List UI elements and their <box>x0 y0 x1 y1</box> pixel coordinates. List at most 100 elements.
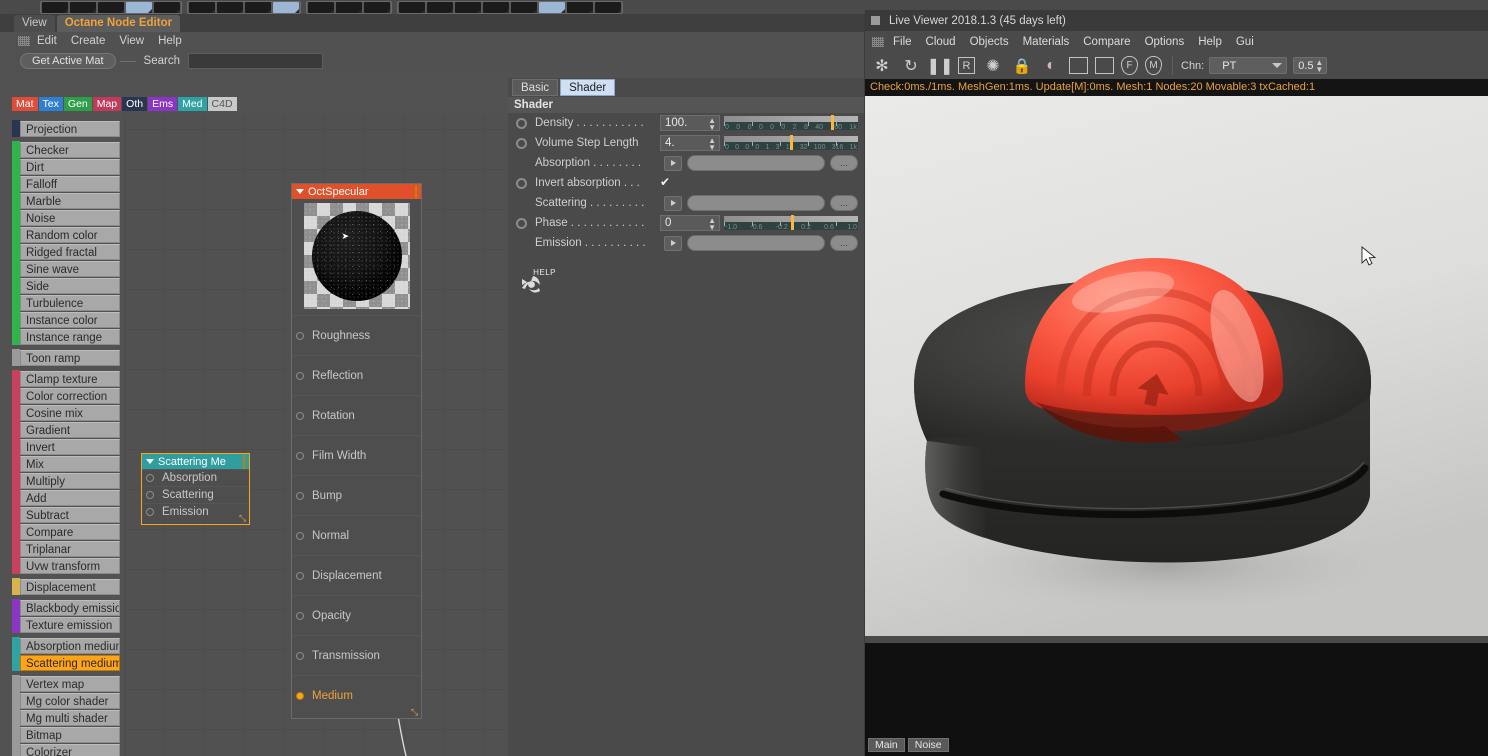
channel-select[interactable]: PT <box>1209 57 1288 74</box>
node-list-item[interactable]: Ridged fractal <box>12 243 120 260</box>
rotate-axis-icon[interactable] <box>364 1 390 13</box>
menubar-grip-icon[interactable] <box>872 36 884 47</box>
node-port-emission[interactable]: Emission <box>142 503 249 520</box>
node-list-item[interactable]: Turbulence <box>12 294 120 311</box>
mograph-icon[interactable] <box>427 1 453 13</box>
node-output-port[interactable] <box>243 454 245 469</box>
collapse-triangle-icon[interactable] <box>296 189 304 194</box>
lv-menu-item-options[interactable]: Options <box>1145 36 1185 48</box>
node-list-item[interactable]: Vertex map <box>12 675 120 692</box>
node-octspecular[interactable]: OctSpecular ➤ Roughness Reflection Rotatio… <box>291 183 422 719</box>
camera-icon[interactable] <box>595 1 621 13</box>
search-input[interactable] <box>187 53 323 69</box>
node-port-reflection[interactable]: Reflection <box>292 355 421 395</box>
port-connector-dot[interactable] <box>146 474 154 482</box>
node-list-item[interactable]: Instance range <box>12 328 120 345</box>
color-swatch-absorption[interactable] <box>687 155 825 171</box>
node-list-item[interactable]: Instance color <box>12 311 120 328</box>
node-port-transmission[interactable]: Transmission <box>292 635 421 675</box>
attribute-slider-phase[interactable]: -1.0 -0.6 -0.2 0.2 0.6 1.0 <box>724 215 858 231</box>
lock-resolution-icon[interactable]: 🔒 <box>1011 55 1033 77</box>
node-port-rotation[interactable]: Rotation <box>292 395 421 435</box>
node-list-item[interactable]: Random color <box>12 226 120 243</box>
node-list-item[interactable]: Texture emission <box>12 616 120 633</box>
node-list-item[interactable]: Dirt <box>12 158 120 175</box>
expand-arrow-icon-absorption[interactable] <box>664 155 682 171</box>
node-port-opacity[interactable]: Opacity <box>292 595 421 635</box>
node-list-item[interactable]: Blackbody emission <box>12 599 120 616</box>
animate-radio-icon[interactable] <box>516 137 527 149</box>
render-viewport[interactable] <box>865 96 1488 636</box>
lv-menu-item-gui[interactable]: Gui <box>1236 36 1254 48</box>
category-chip-med[interactable]: Med <box>178 97 207 111</box>
category-chip-tex[interactable]: Tex <box>38 97 63 111</box>
node-port-normal[interactable]: Normal <box>292 515 421 555</box>
node-port-displacement[interactable]: Displacement <box>292 555 421 595</box>
collapse-triangle-icon[interactable] <box>146 459 154 464</box>
node-octspecular-header[interactable]: OctSpecular <box>292 184 421 199</box>
node-list-item[interactable]: Noise <box>12 209 120 226</box>
spinner-icon[interactable]: ▲ ▼ <box>708 137 716 152</box>
sculpt-tool-icon[interactable] <box>154 1 180 13</box>
port-connector-dot[interactable] <box>296 571 304 580</box>
category-chip-gen[interactable]: Gen <box>63 97 92 111</box>
attribute-value-density[interactable]: 100. ▲ ▼ <box>660 115 720 132</box>
node-list-item[interactable]: Scattering medium <box>12 654 120 671</box>
octane-render-icon[interactable]: ✻ <box>871 55 893 77</box>
more-options-button-scattering[interactable]: ... <box>830 195 858 211</box>
hand-tool-icon[interactable] <box>98 1 124 13</box>
scale-axis-icon[interactable] <box>336 1 362 13</box>
port-connector-dot[interactable] <box>296 651 304 660</box>
node-list-item[interactable]: Triplanar <box>12 540 120 557</box>
menu-item-create[interactable]: Create <box>71 35 106 47</box>
node-port-film-width[interactable]: Film Width <box>292 435 421 475</box>
attribute-slider-density[interactable]: 0 0 0 0 0 0 2 8 40 200 1k <box>724 115 858 131</box>
node-resize-handle[interactable]: ⤡ <box>411 708 420 717</box>
node-scattering-medium-header[interactable]: Scattering Me <box>142 454 249 469</box>
node-list-item[interactable]: Mix <box>12 455 120 472</box>
restart-render-icon[interactable]: ↻ <box>900 55 922 77</box>
node-list-item[interactable]: Subtract <box>12 506 120 523</box>
octane-help-icon[interactable]: HELP <box>516 268 556 300</box>
node-list-item[interactable]: Gradient <box>12 421 120 438</box>
node-editor-tab-view[interactable]: View <box>14 15 55 32</box>
color-swatch-emission[interactable] <box>687 235 825 251</box>
node-list-item[interactable]: Uvw transform <box>12 557 120 574</box>
material-icon[interactable] <box>539 1 565 13</box>
deformer-icon[interactable] <box>399 1 425 13</box>
category-chip-oth[interactable]: Oth <box>122 97 148 111</box>
node-scattering-medium[interactable]: Scattering Me Absorption Scattering Emissi… <box>141 453 250 525</box>
port-connector-dot[interactable] <box>296 371 304 380</box>
node-list-item[interactable]: Multiply <box>12 472 120 489</box>
checkbox-invert_absorption[interactable]: ✔ <box>660 176 672 189</box>
node-port-bump[interactable]: Bump <box>292 475 421 515</box>
expand-arrow-icon-emission[interactable] <box>664 235 682 251</box>
node-port-medium[interactable]: Medium <box>292 675 421 715</box>
category-chip-map[interactable]: Map <box>92 97 122 111</box>
node-list-item[interactable]: Bitmap <box>12 726 120 743</box>
attribute-tab-shader[interactable]: Shader <box>560 79 616 96</box>
cloth-icon[interactable] <box>483 1 509 13</box>
node-list-item[interactable]: Checker <box>12 141 120 158</box>
menubar-grip-icon[interactable] <box>18 36 30 46</box>
node-list-item[interactable]: Compare <box>12 523 120 540</box>
node-list-item[interactable]: Add <box>12 489 120 506</box>
category-chip-c4d[interactable]: C4D <box>207 97 237 111</box>
lv-menu-item-cloud[interactable]: Cloud <box>926 36 956 48</box>
node-list-item[interactable]: Marble <box>12 192 120 209</box>
floor-icon[interactable] <box>567 1 593 13</box>
spinner-icon[interactable]: ▲ ▼ <box>708 217 716 232</box>
move-axis-icon[interactable] <box>308 1 334 13</box>
node-type-list[interactable]: Projection Checker Dirt Falloff Marble Noise R… <box>12 120 120 756</box>
animate-radio-icon[interactable] <box>516 217 527 229</box>
node-editor-tab-octane-node-editor[interactable]: Octane Node Editor <box>56 15 181 32</box>
animate-radio-icon[interactable] <box>516 177 527 189</box>
slider-knob[interactable] <box>831 115 835 130</box>
knife-tool-icon[interactable] <box>189 1 215 13</box>
spline-tool-icon[interactable] <box>42 1 68 13</box>
paint-tool-icon[interactable] <box>126 1 152 13</box>
lightning-tool-icon[interactable] <box>70 1 96 13</box>
node-list-item[interactable]: Colorizer <box>12 743 120 756</box>
material-picker-icon[interactable]: M <box>1145 56 1162 75</box>
color-swatch-scattering[interactable] <box>687 195 825 211</box>
